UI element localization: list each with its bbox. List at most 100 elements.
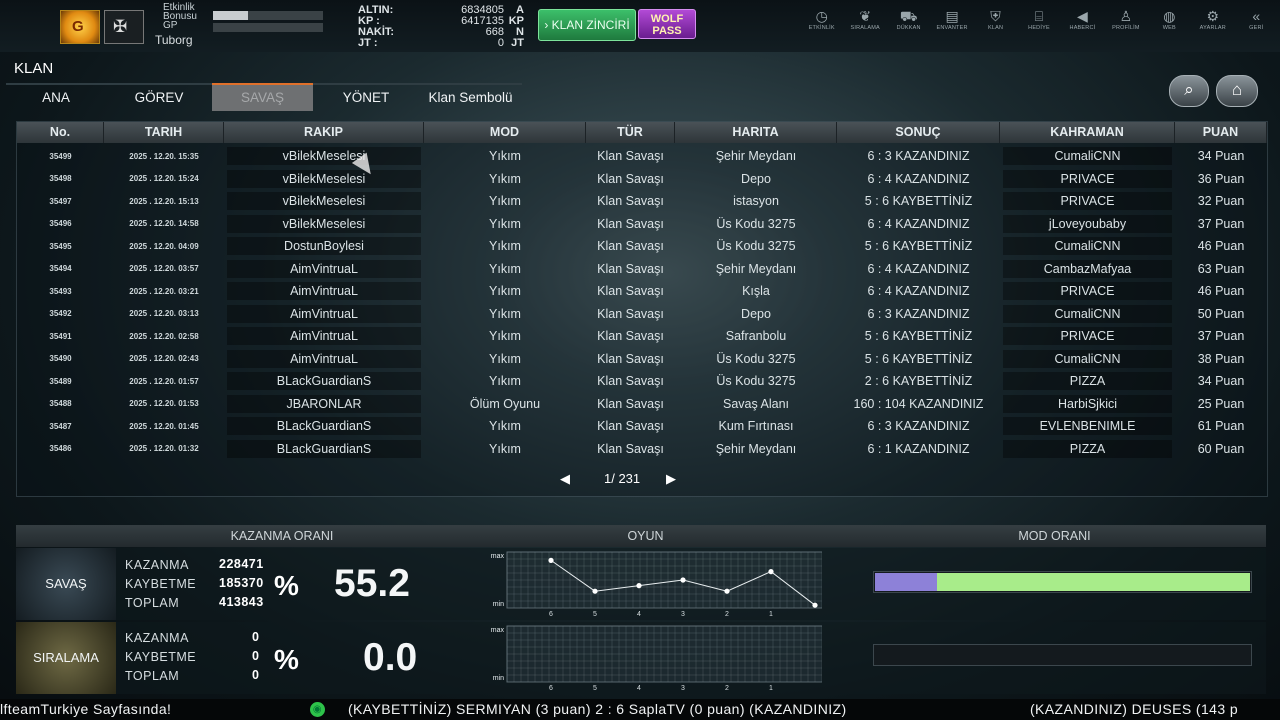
siralama-total-count: 0 [252, 668, 260, 682]
savas-total-count: 413843 [219, 595, 264, 609]
nav-label: ETKİNLİK [808, 25, 835, 31]
globe-icon: ◍ [1163, 8, 1176, 24]
table-row[interactable]: 35493 2025 . 12.20. 03:21 AimVintruaL Yıkım… [17, 280, 1267, 303]
nav-item-klan[interactable]: ⛨ KLAN [974, 8, 1017, 40]
cell-mode: Yıkım [489, 171, 521, 186]
siralama-win-rate: 0.0 [363, 636, 418, 679]
cell-map: Depo [741, 171, 771, 186]
cell-type: Klan Savaşı [597, 441, 664, 456]
cell-result: 6 : 3 KAZANDINIZ [867, 419, 970, 434]
cell-rival: vBilekMeselesi [227, 192, 421, 211]
table-row[interactable]: 35497 2025 . 12.20. 15:13 vBilekMeselesi Yı… [17, 190, 1267, 213]
nav-item-etki̇nli̇k[interactable]: ◷ ETKİNLİK [800, 8, 843, 40]
savas-loss-label: KAYBETME [125, 577, 197, 591]
rank-emblem-icon[interactable]: ✠ [104, 10, 144, 44]
cell-map: Üs Kodu 3275 [716, 239, 796, 254]
ticker-text-right: (KAZANDINIZ) DEUSES (143 p [1030, 701, 1238, 717]
tab-gorev[interactable]: GÖREV [106, 83, 212, 111]
back-icon: « [1252, 8, 1261, 24]
chart-tick-label: 4 [637, 611, 641, 618]
cell-points: 61 Puan [1197, 419, 1245, 434]
bonus-progress-fill [213, 11, 249, 20]
cell-mode: Yıkım [489, 306, 521, 321]
tab-yonet[interactable]: YÖNET [313, 83, 419, 111]
cell-date: 2025 . 12.20. 02:43 [129, 354, 199, 364]
chart-min-label: min [493, 675, 504, 682]
cell-type: Klan Savaşı [597, 284, 664, 299]
nav-item-geri̇[interactable]: «GERİ [1235, 8, 1278, 40]
tab-ana[interactable]: ANA [6, 83, 106, 111]
cell-rival: vBilekMeselesi [227, 169, 421, 188]
wolf-pass-button[interactable]: WOLF PASS [638, 9, 696, 39]
table-row[interactable]: 35486 2025 . 12.20. 01:32 BLackGuardianS Yı… [17, 438, 1267, 461]
cell-map: Şehir Meydanı [715, 261, 797, 276]
prev-page-button[interactable]: ◀ [560, 471, 570, 487]
bonus-label-3: GP [163, 20, 178, 31]
table-body: 35499 2025 . 12.20. 15:35 vBilekMeselesi Yı… [17, 145, 1267, 460]
cell-rival: vBilekMeselesi [227, 147, 421, 166]
nav-item-profi̇li̇m[interactable]: ♙ PROFİLİM [1104, 8, 1147, 40]
nav-item-ayarlar[interactable]: ⚙ AYARLAR [1191, 8, 1234, 40]
pagination: ◀ 1/ 231 ▶ [560, 471, 690, 489]
chart-tick-label: 5 [593, 685, 597, 692]
nav-item-dükkan[interactable]: ⛟ DÜKKAN [887, 8, 930, 40]
cell-hero: PRIVACE [1003, 282, 1172, 301]
top-bar: G ✠ Etkinlik Bonusu GP Tuborg ALTIN: 6834… [0, 0, 1280, 52]
chart-tick-label: 1 [769, 611, 773, 618]
cell-map: Safranbolu [725, 329, 787, 344]
cell-no: 35499 [49, 151, 72, 161]
cell-points: 46 Puan [1197, 239, 1245, 254]
cell-no: 35496 [49, 219, 72, 229]
cell-type: Klan Savaşı [597, 329, 664, 344]
cell-map: Kum Fırtınası [718, 419, 794, 434]
tab-klan-sembolu[interactable]: Klan Sembolü [419, 83, 522, 111]
chart-tick-label: 3 [681, 611, 685, 618]
clock-icon: ◷ [815, 8, 828, 24]
nav-item-haberci̇[interactable]: ◀ HABERCİ [1061, 8, 1104, 40]
tab-bar: ANA GÖREV SAVAŞ YÖNET Klan Sembolü [6, 83, 522, 111]
table-row[interactable]: 35494 2025 . 12.20. 03:57 AimVintruaL Yıkım… [17, 258, 1267, 281]
event-emblem-icon[interactable]: G [60, 10, 100, 44]
cell-mode: Ölüm Oyunu [469, 396, 541, 411]
table-row[interactable]: 35487 2025 . 12.20. 01:45 BLackGuardianS Yı… [17, 415, 1267, 438]
table-row[interactable]: 35498 2025 . 12.20. 15:24 vBilekMeselesi Yı… [17, 168, 1267, 191]
cell-result: 160 : 104 KAZANDINIZ [853, 396, 984, 411]
cell-result: 6 : 4 KAZANDINIZ [867, 261, 970, 276]
nav-item-hedi̇ye[interactable]: ⌸ HEDİYE [1017, 8, 1060, 40]
table-row[interactable]: 35488 2025 . 12.20. 01:53 JBARONLAR Ölüm Oy… [17, 393, 1267, 416]
table-row[interactable]: 35491 2025 . 12.20. 02:58 AimVintruaL Yıkım… [17, 325, 1267, 348]
nav-label: WEB [1162, 25, 1176, 31]
table-row[interactable]: 35489 2025 . 12.20. 01:57 BLackGuardianS Yı… [17, 370, 1267, 393]
cell-points: 34 Puan [1197, 149, 1245, 164]
mode-ratio-segment-a [875, 573, 937, 591]
gift-icon: ⌸ [1034, 8, 1044, 24]
nav-item-web[interactable]: ◍ WEB [1148, 8, 1191, 40]
table-row[interactable]: 35490 2025 . 12.20. 02:43 AimVintruaL Yıkım… [17, 348, 1267, 371]
table-row[interactable]: 35499 2025 . 12.20. 15:35 vBilekMeselesi Yı… [17, 145, 1267, 168]
tab-savas[interactable]: SAVAŞ [212, 83, 313, 111]
next-page-button[interactable]: ▶ [666, 471, 676, 487]
nav-item-envanter[interactable]: ▤ ENVANTER [930, 8, 973, 40]
nav-item-siralama[interactable]: ❦ SIRALAMA [843, 8, 886, 40]
ticker-text-left: lfteamTurkiye Sayfasında! [0, 701, 172, 717]
cell-result: 5 : 6 KAYBETTİNİZ [864, 194, 973, 209]
cell-no: 35497 [49, 196, 72, 206]
cell-date: 2025 . 12.20. 04:09 [129, 241, 199, 251]
search-icon: ⌕ [1184, 80, 1194, 99]
search-button[interactable]: ⌕ [1169, 75, 1209, 107]
cell-result: 6 : 4 KAZANDINIZ [867, 284, 970, 299]
table-row[interactable]: 35496 2025 . 12.20. 14:58 vBilekMeselesi Yı… [17, 213, 1267, 236]
siralama-loss-label: KAYBETME [125, 650, 197, 664]
home-button[interactable]: ⌂ [1216, 75, 1258, 107]
clan-chain-button[interactable]: › KLAN ZİNCİRİ [538, 9, 636, 41]
cell-no: 35488 [49, 399, 72, 409]
cell-hero: EVLENBENIMLE [1003, 417, 1172, 436]
cell-date: 2025 . 12.20. 03:13 [129, 309, 199, 319]
table-row[interactable]: 35495 2025 . 12.20. 04:09 DostunBoylesi Yık… [17, 235, 1267, 258]
cell-points: 32 Puan [1197, 194, 1245, 209]
clan-shield-icon: ⛨ [990, 8, 1001, 24]
table-row[interactable]: 35492 2025 . 12.20. 03:13 AimVintruaL Yıkım… [17, 303, 1267, 326]
cell-no: 35492 [49, 309, 72, 319]
cell-hero: PIZZA [1003, 372, 1172, 391]
nav-label: ENVANTER [936, 25, 968, 31]
